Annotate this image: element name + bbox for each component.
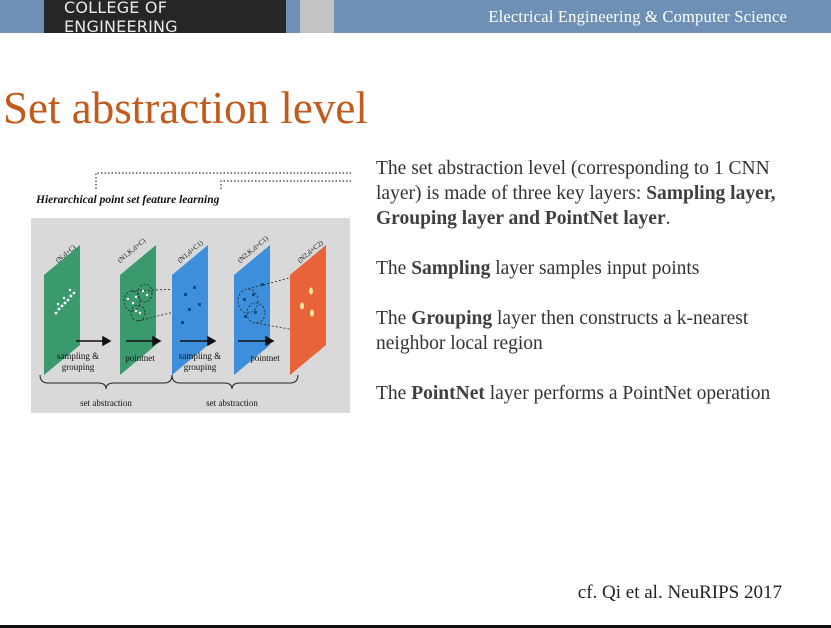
paragraph-sampling: The Sampling layer samples input points bbox=[376, 256, 796, 281]
step-label-sampling-1a: sampling & bbox=[57, 351, 99, 361]
grouping-pre: The bbox=[376, 308, 412, 329]
pointnet-figure: Hierarchical point set feature learning bbox=[28, 163, 354, 415]
header-bar: COLLEGE OF ENGINEERING Electrical Engine… bbox=[0, 0, 831, 36]
department-label: Electrical Engineering & Computer Scienc… bbox=[488, 6, 787, 26]
step-label-sampling-2a: sampling & bbox=[179, 351, 221, 361]
output-features-plane bbox=[290, 245, 326, 375]
pointnet-pre: The bbox=[376, 383, 412, 404]
college-label: COLLEGE OF ENGINEERING bbox=[44, 0, 286, 36]
citation: cf. Qi et al. NeuRIPS 2017 bbox=[577, 582, 782, 603]
group-label-1: set abstraction bbox=[80, 398, 132, 408]
sampling-pre: The bbox=[376, 258, 412, 279]
overview-end: . bbox=[665, 208, 671, 229]
set-abstraction-braces bbox=[39, 374, 299, 390]
sampling-bold: Sampling bbox=[411, 258, 491, 279]
figure-diagram: (N,d+C) (N1,K,d+C) (N1,d+C1) (N2,K,d+C1)… bbox=[39, 172, 352, 408]
pointnet-bold: PointNet bbox=[411, 383, 485, 404]
paragraph-pointnet: The PointNet layer performs a PointNet o… bbox=[376, 381, 796, 406]
paragraph-overview: The set abstraction level (corresponding… bbox=[376, 156, 796, 231]
step-label-sampling-1b: grouping bbox=[62, 362, 95, 372]
step-label-pointnet-2: pointnet bbox=[250, 353, 280, 363]
sampling-post: layer samples input points bbox=[490, 258, 700, 279]
paragraph-grouping: The Grouping layer then constructs a k-n… bbox=[376, 306, 796, 356]
header-divider bbox=[300, 0, 334, 33]
pointnet-post: layer performs a PointNet operation bbox=[484, 383, 771, 404]
slide-title: Set abstraction level bbox=[3, 83, 368, 133]
slide-body: The set abstraction level (corresponding… bbox=[376, 156, 796, 431]
step-label-sampling-2b: grouping bbox=[184, 362, 217, 372]
skip-connections bbox=[95, 172, 352, 189]
step-label-pointnet-1: pointnet bbox=[125, 353, 155, 363]
group-label-2: set abstraction bbox=[206, 398, 258, 408]
grouping-bold: Grouping bbox=[411, 308, 493, 329]
